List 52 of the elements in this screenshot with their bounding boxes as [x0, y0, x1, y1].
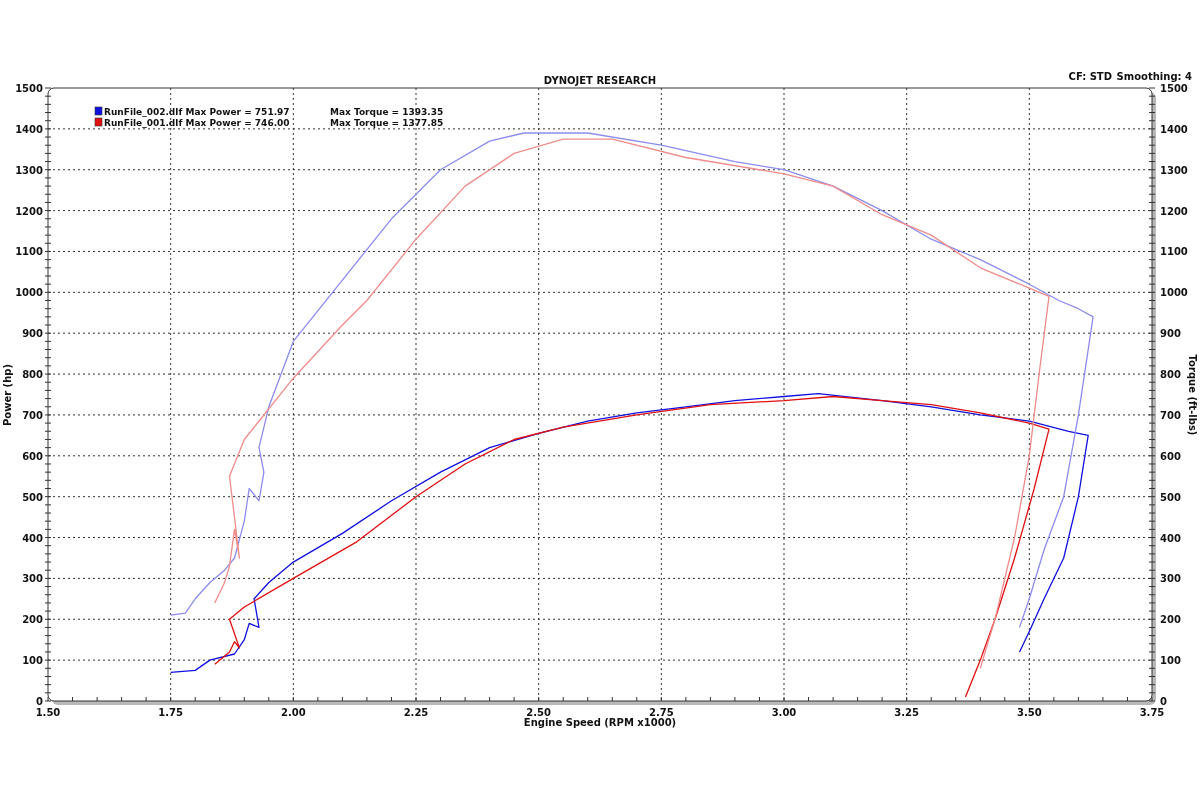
y-tick-label: 700 [22, 409, 43, 421]
y-tick-label: 700 [1160, 409, 1181, 421]
y-tick-label: 300 [1160, 573, 1181, 585]
y-axis-title: Torque (ft-lbs) [1187, 354, 1198, 436]
y-axis-title: Power (hp) [2, 363, 13, 427]
y-tick-label: 1200 [1160, 205, 1188, 217]
y-tick-label: 1100 [1160, 246, 1188, 258]
y-tick-label: 800 [22, 369, 43, 381]
y-tick-label: 1300 [15, 164, 43, 176]
y-tick-label: 600 [22, 450, 43, 462]
y-tick-label: 200 [22, 614, 43, 626]
x-tick-label: 2.25 [403, 707, 429, 718]
y-tick-label: 1000 [1160, 287, 1188, 299]
y-tick-label: 0 [1160, 696, 1167, 707]
x-tick-label: 3.50 [1017, 707, 1042, 718]
legend-label: Max Torque = 1393.35 [330, 107, 444, 117]
x-tick-label: 1.50 [35, 707, 61, 718]
y-tick-label: 800 [1160, 369, 1181, 381]
y-tick-label: 900 [22, 328, 43, 340]
y-tick-label: 500 [22, 491, 43, 503]
y-tick-label: 1300 [1160, 164, 1188, 176]
x-tick-label: 2.75 [649, 707, 674, 718]
x-tick-label: 2.50 [526, 707, 551, 718]
legend-label: Max Torque = 1377.85 [330, 118, 444, 128]
y-tick-label: 200 [1160, 614, 1181, 626]
y-tick-label: 600 [1160, 450, 1181, 462]
x-axis-title: Engine Speed (RPM x1000) [523, 717, 677, 728]
legend-label: RunFile_002.dlf Max Power = 751.97 [104, 107, 290, 117]
x-tick-label: 3.75 [1139, 707, 1165, 718]
x-tick-label: 3.25 [894, 707, 919, 718]
y-tick-label: 900 [1160, 328, 1181, 340]
y-tick-label: 100 [1160, 655, 1181, 667]
y-tick-label: 1400 [15, 123, 43, 135]
chart-title: DYNOJET RESEARCH [543, 75, 657, 86]
smoothing-label: Smoothing: 4 [1116, 71, 1192, 82]
y-tick-label: 1400 [1160, 123, 1188, 135]
y-tick-label: 400 [22, 532, 43, 544]
y-tick-label: 1100 [15, 246, 43, 258]
correction-label: CF: STD [1068, 71, 1112, 82]
y-tick-label: 1000 [15, 287, 43, 299]
x-tick-label: 1.75 [158, 707, 183, 718]
x-tick-label: 2.00 [281, 707, 306, 718]
y-tick-label: 500 [1160, 491, 1181, 503]
y-tick-label: 1200 [15, 205, 43, 217]
y-tick-label: 300 [22, 573, 43, 585]
y-tick-label: 400 [1160, 532, 1181, 544]
y-tick-label: 1500 [15, 83, 43, 94]
y-tick-label: 100 [22, 655, 43, 667]
y-tick-label: 1500 [1160, 83, 1188, 94]
legend-label: RunFile_001.dlf Max Power = 746.00 [104, 118, 290, 128]
y-tick-label: 0 [36, 696, 43, 707]
x-tick-label: 3.00 [771, 707, 797, 718]
